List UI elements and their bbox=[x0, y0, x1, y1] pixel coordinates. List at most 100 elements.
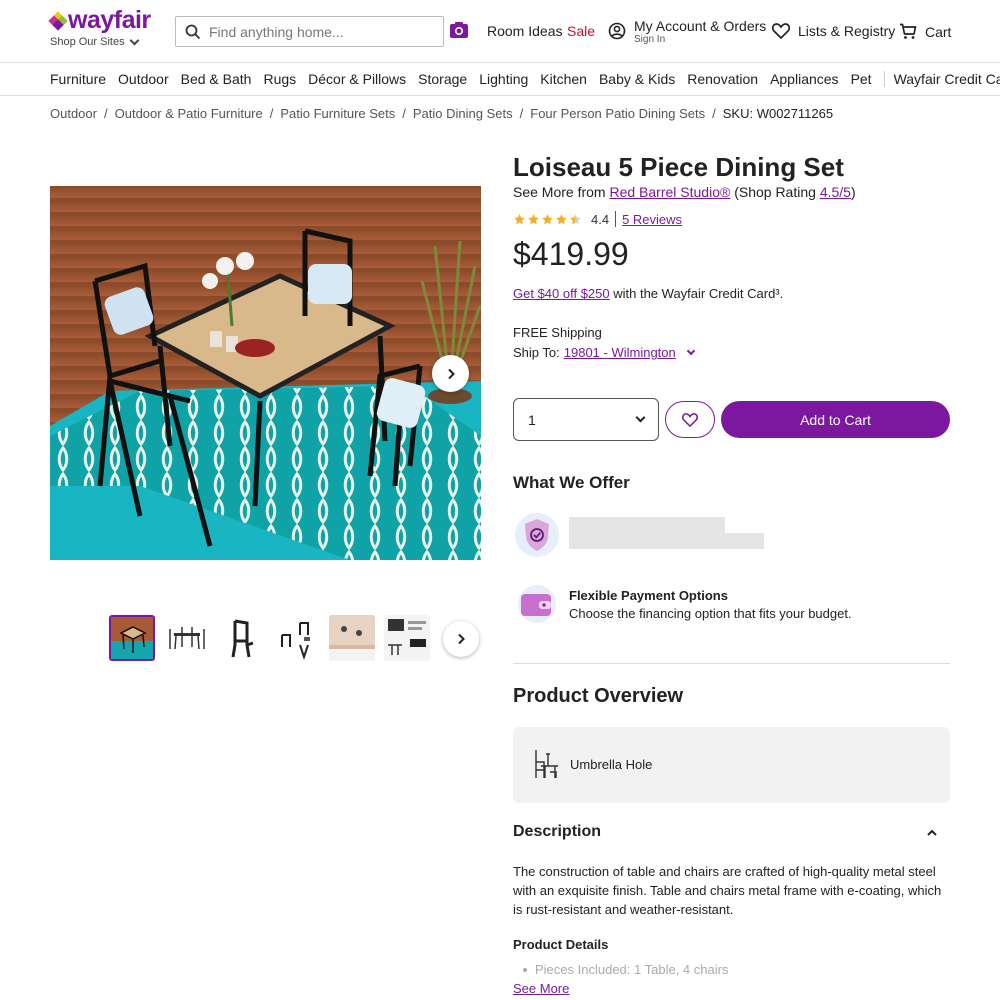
breadcrumb-separator: / bbox=[519, 106, 524, 121]
shield-check-icon bbox=[515, 513, 559, 557]
nav-item-appliances[interactable]: Appliances bbox=[770, 71, 839, 87]
breadcrumb: Outdoor / Outdoor & Patio Furniture / Pa… bbox=[50, 106, 833, 121]
account-menu[interactable]: My Account & Orders Sign In bbox=[608, 19, 766, 45]
lists-registry-link[interactable]: Lists & Registry bbox=[772, 23, 895, 39]
camera-icon[interactable] bbox=[449, 20, 469, 40]
breadcrumb-item[interactable]: Patio Furniture Sets bbox=[280, 106, 395, 121]
breadcrumb-separator: / bbox=[103, 106, 108, 121]
image-next-button[interactable] bbox=[432, 355, 469, 392]
see-more-from: See More from Red Barrel Studio® (Shop R… bbox=[513, 184, 856, 200]
credit-offer-text: with the Wayfair Credit Card³. bbox=[609, 286, 784, 301]
chevron-down-icon bbox=[635, 412, 646, 423]
search-bar bbox=[175, 16, 444, 47]
search-input[interactable] bbox=[209, 23, 429, 40]
breadcrumb-separator: / bbox=[712, 106, 716, 121]
thumbnail[interactable] bbox=[219, 615, 265, 661]
chevron-right-icon bbox=[458, 633, 465, 645]
star-icon bbox=[556, 213, 567, 224]
product-rating: 4.4 5 Reviews bbox=[513, 211, 682, 227]
credit-offer-link[interactable]: Get $40 off $250 bbox=[513, 286, 610, 301]
nav-item-decor-pillows[interactable]: Décor & Pillows bbox=[308, 71, 406, 87]
account-icon bbox=[608, 22, 626, 40]
shop-our-sites-label: Shop Our Sites bbox=[50, 36, 125, 48]
breadcrumb-item[interactable]: Outdoor & Patio Furniture bbox=[115, 106, 263, 121]
nav-item-furniture[interactable]: Furniture bbox=[50, 71, 106, 87]
credit-offer: Get $40 off $250 with the Wayfair Credit… bbox=[513, 286, 783, 301]
sign-in-label: Sign In bbox=[634, 34, 666, 45]
star-icon bbox=[514, 213, 525, 224]
star-rating bbox=[513, 213, 582, 226]
lists-registry-label: Lists & Registry bbox=[798, 23, 896, 39]
thumbnail[interactable] bbox=[274, 615, 320, 661]
quantity-value: 1 bbox=[528, 411, 536, 428]
shop-rating-link[interactable]: 4.5/5 bbox=[820, 184, 851, 200]
product-details-item: Pieces Included: 1 Table, 4 chairs bbox=[523, 962, 728, 977]
breadcrumb-item[interactable]: Patio Dining Sets bbox=[413, 106, 513, 121]
sku-label: SKU: W002711265 bbox=[722, 106, 834, 121]
thumbnail[interactable] bbox=[109, 615, 155, 661]
nav-item-credit-card[interactable]: Wayfair Credit Card bbox=[894, 71, 1000, 87]
ship-to-label: Ship To: bbox=[513, 345, 560, 360]
nav-item-kitchen[interactable]: Kitchen bbox=[540, 71, 587, 87]
quantity-select[interactable]: 1 bbox=[513, 398, 659, 441]
bullet bbox=[523, 967, 527, 972]
nav-divider bbox=[883, 71, 885, 87]
breadcrumb-item[interactable]: Four Person Patio Dining Sets bbox=[530, 106, 705, 121]
payment-options-desc: Choose the financing option that fits yo… bbox=[569, 606, 852, 621]
category-nav: Furniture Outdoor Bed & Bath Rugs Décor … bbox=[0, 62, 1000, 96]
cart-icon bbox=[900, 23, 917, 39]
nav-item-renovation[interactable]: Renovation bbox=[687, 71, 758, 87]
thumbnail[interactable] bbox=[384, 615, 430, 661]
wallet-icon bbox=[518, 585, 556, 623]
product-price: $419.99 bbox=[513, 236, 629, 272]
sale-link[interactable]: Sale bbox=[567, 23, 595, 39]
see-more-link[interactable]: See More bbox=[513, 981, 570, 996]
thumbnails-next-button[interactable] bbox=[443, 621, 479, 657]
nav-item-pet[interactable]: Pet bbox=[851, 71, 872, 87]
logo-text: wayfair bbox=[68, 6, 151, 34]
nav-item-storage[interactable]: Storage bbox=[418, 71, 467, 87]
thumbnail[interactable] bbox=[329, 615, 375, 661]
nav-item-outdoor[interactable]: Outdoor bbox=[118, 71, 169, 87]
star-icon bbox=[528, 213, 539, 224]
nav-item-rugs[interactable]: Rugs bbox=[263, 71, 296, 87]
search-icon bbox=[185, 24, 201, 39]
chevron-right-icon bbox=[447, 368, 455, 379]
add-to-cart-button[interactable]: Add to Cart bbox=[721, 401, 950, 438]
product-overview-heading: Product Overview bbox=[513, 685, 684, 707]
chevron-up-icon[interactable] bbox=[925, 828, 939, 838]
see-more-prefix: See More from bbox=[513, 184, 610, 200]
nav-item-lighting[interactable]: Lighting bbox=[479, 71, 528, 87]
feature-label: Umbrella Hole bbox=[570, 757, 653, 772]
shop-rating-prefix: (Shop Rating bbox=[730, 184, 820, 200]
product-details-text: Pieces Included: 1 Table, 4 chairs bbox=[535, 962, 729, 977]
room-ideas-link[interactable]: Room Ideas bbox=[487, 23, 562, 39]
breadcrumb-item[interactable]: Outdoor bbox=[50, 106, 97, 121]
description-heading[interactable]: Description bbox=[513, 823, 601, 841]
account-title: My Account & Orders bbox=[634, 18, 767, 34]
logo-mark-icon bbox=[48, 10, 68, 31]
reviews-link[interactable]: 5 Reviews bbox=[622, 212, 682, 227]
wayfair-logo[interactable]: wayfair bbox=[48, 6, 151, 35]
cart-link[interactable]: Cart bbox=[899, 23, 951, 40]
nav-item-baby-kids[interactable]: Baby & Kids bbox=[599, 71, 675, 87]
ship-to-zip-link[interactable]: 19801 - Wilmington bbox=[564, 345, 676, 360]
umbrella-table-icon bbox=[535, 750, 558, 778]
star-icon bbox=[542, 213, 553, 224]
site-header: wayfair Shop Our Sites Room Ideas Sale M… bbox=[0, 0, 1000, 62]
shop-our-sites-dropdown[interactable]: Shop Our Sites bbox=[50, 35, 140, 48]
loading-placeholder bbox=[569, 533, 764, 549]
product-main-image[interactable] bbox=[50, 186, 481, 560]
feature-card: Umbrella Hole bbox=[513, 727, 950, 803]
nav-item-bed-bath[interactable]: Bed & Bath bbox=[181, 71, 252, 87]
cart-label: Cart bbox=[925, 23, 952, 40]
chevron-down-icon[interactable] bbox=[686, 346, 695, 356]
shop-rating-suffix: ) bbox=[850, 184, 856, 200]
breadcrumb-separator: / bbox=[402, 106, 406, 121]
payment-options-title: Flexible Payment Options bbox=[569, 588, 728, 603]
add-to-list-button[interactable] bbox=[665, 401, 715, 438]
breadcrumb-separator: / bbox=[269, 106, 274, 121]
thumbnail[interactable] bbox=[164, 615, 210, 661]
brand-link[interactable]: Red Barrel Studio® bbox=[609, 184, 730, 200]
product-title: Loiseau 5 Piece Dining Set bbox=[513, 152, 844, 182]
